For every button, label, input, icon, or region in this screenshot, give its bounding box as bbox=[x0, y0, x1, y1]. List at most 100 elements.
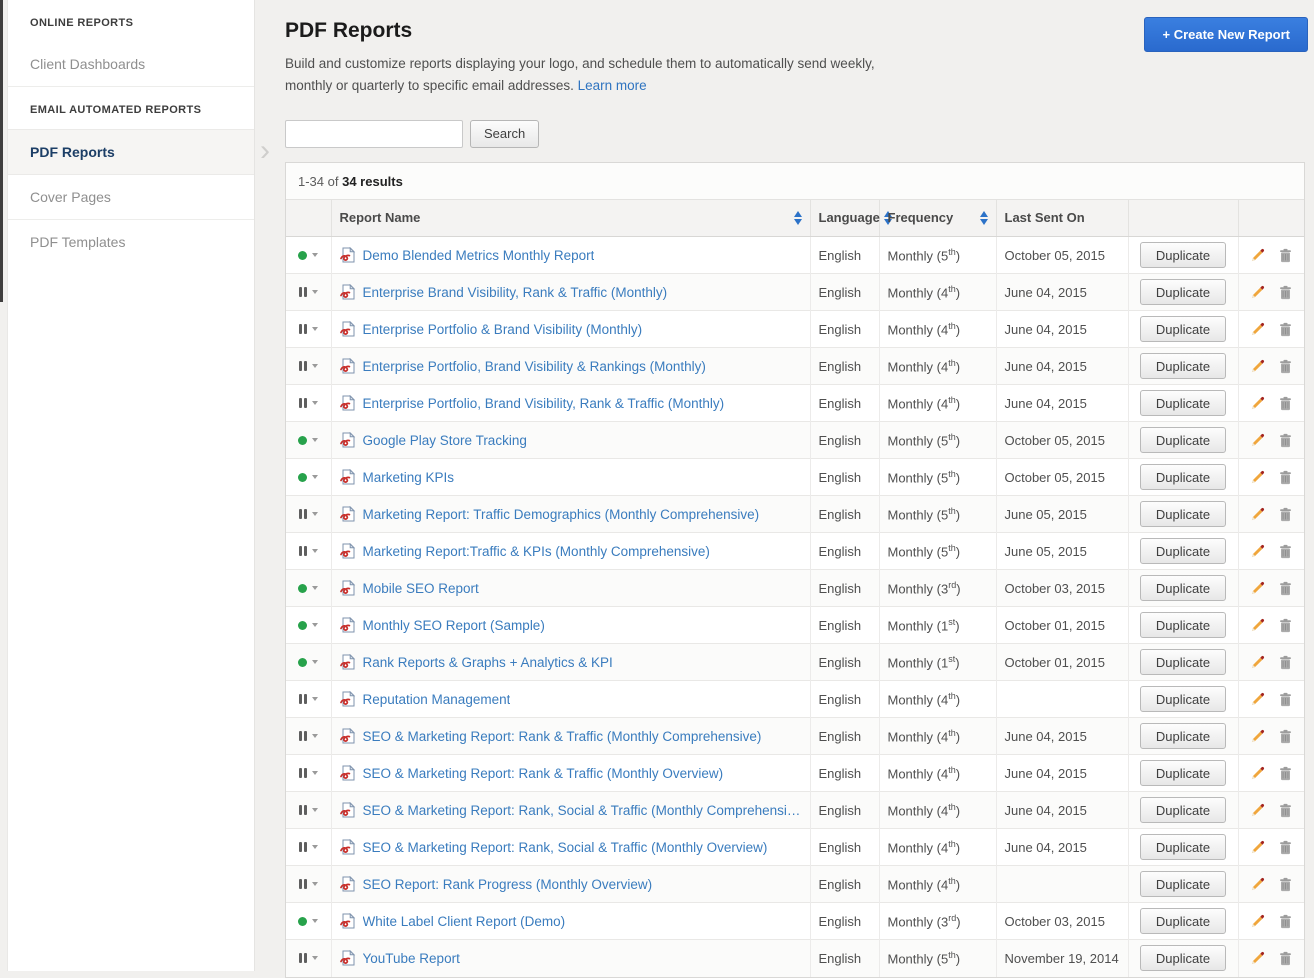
delete-trash-icon[interactable] bbox=[1278, 396, 1293, 411]
status-indicator[interactable] bbox=[298, 693, 318, 704]
edit-pencil-icon[interactable] bbox=[1250, 507, 1265, 522]
delete-trash-icon[interactable] bbox=[1278, 951, 1293, 966]
duplicate-button[interactable]: Duplicate bbox=[1140, 649, 1226, 676]
status-indicator[interactable] bbox=[298, 657, 319, 667]
status-indicator[interactable] bbox=[298, 767, 318, 778]
delete-trash-icon[interactable] bbox=[1278, 766, 1293, 781]
delete-trash-icon[interactable] bbox=[1278, 692, 1293, 707]
report-link[interactable]: Enterprise Portfolio, Brand Visibility, … bbox=[363, 396, 725, 411]
delete-trash-icon[interactable] bbox=[1278, 840, 1293, 855]
edit-pencil-icon[interactable] bbox=[1250, 655, 1265, 670]
delete-trash-icon[interactable] bbox=[1278, 470, 1293, 485]
duplicate-button[interactable]: Duplicate bbox=[1140, 723, 1226, 750]
delete-trash-icon[interactable] bbox=[1278, 618, 1293, 633]
delete-trash-icon[interactable] bbox=[1278, 803, 1293, 818]
delete-trash-icon[interactable] bbox=[1278, 507, 1293, 522]
status-indicator[interactable] bbox=[298, 545, 318, 556]
report-link[interactable]: SEO & Marketing Report: Rank & Traffic (… bbox=[363, 729, 762, 744]
status-indicator[interactable] bbox=[298, 323, 318, 334]
edit-pencil-icon[interactable] bbox=[1250, 766, 1265, 781]
edit-pencil-icon[interactable] bbox=[1250, 470, 1265, 485]
sidebar-item-client-dashboards[interactable]: Client Dashboards bbox=[8, 42, 254, 86]
status-indicator[interactable] bbox=[298, 508, 318, 519]
duplicate-button[interactable]: Duplicate bbox=[1140, 686, 1226, 713]
status-indicator[interactable] bbox=[298, 286, 318, 297]
report-link[interactable]: SEO & Marketing Report: Rank, Social & T… bbox=[363, 840, 768, 855]
sort-icon[interactable] bbox=[793, 210, 802, 225]
status-indicator[interactable] bbox=[298, 730, 318, 741]
report-link[interactable]: Mobile SEO Report bbox=[363, 581, 479, 596]
report-link[interactable]: Marketing KPIs bbox=[363, 470, 455, 485]
edit-pencil-icon[interactable] bbox=[1250, 544, 1265, 559]
report-link[interactable]: Rank Reports & Graphs + Analytics & KPI bbox=[363, 655, 613, 670]
column-report-name[interactable]: Report Name bbox=[330, 199, 810, 238]
status-indicator[interactable] bbox=[298, 472, 319, 482]
search-input[interactable] bbox=[285, 119, 463, 148]
edit-pencil-icon[interactable] bbox=[1250, 951, 1265, 966]
report-link[interactable]: Enterprise Portfolio & Brand Visibility … bbox=[363, 322, 643, 337]
learn-more-link[interactable]: Learn more bbox=[578, 78, 647, 93]
duplicate-button[interactable]: Duplicate bbox=[1140, 834, 1226, 861]
edit-pencil-icon[interactable] bbox=[1250, 322, 1265, 337]
delete-trash-icon[interactable] bbox=[1278, 359, 1293, 374]
search-button[interactable]: Search bbox=[470, 119, 540, 148]
edit-pencil-icon[interactable] bbox=[1250, 618, 1265, 633]
status-indicator[interactable] bbox=[298, 952, 318, 963]
report-link[interactable]: YouTube Report bbox=[363, 951, 460, 966]
duplicate-button[interactable]: Duplicate bbox=[1140, 760, 1226, 787]
status-indicator[interactable] bbox=[298, 804, 318, 815]
sidebar-item-pdf-templates[interactable]: PDF Templates bbox=[8, 220, 254, 264]
report-link[interactable]: Marketing Report: Traffic Demographics (… bbox=[363, 507, 760, 522]
report-link[interactable]: Enterprise Brand Visibility, Rank & Traf… bbox=[363, 285, 668, 300]
delete-trash-icon[interactable] bbox=[1278, 322, 1293, 337]
status-indicator[interactable] bbox=[298, 397, 318, 408]
duplicate-button[interactable]: Duplicate bbox=[1140, 538, 1226, 565]
report-link[interactable]: Google Play Store Tracking bbox=[363, 433, 527, 448]
report-link[interactable]: SEO & Marketing Report: Rank & Traffic (… bbox=[363, 766, 724, 781]
report-link[interactable]: Reputation Management bbox=[363, 692, 511, 707]
status-indicator[interactable] bbox=[298, 878, 318, 889]
status-indicator[interactable] bbox=[298, 841, 318, 852]
edit-pencil-icon[interactable] bbox=[1250, 840, 1265, 855]
edit-pencil-icon[interactable] bbox=[1250, 729, 1265, 744]
delete-trash-icon[interactable] bbox=[1278, 285, 1293, 300]
duplicate-button[interactable]: Duplicate bbox=[1140, 575, 1226, 602]
delete-trash-icon[interactable] bbox=[1278, 433, 1293, 448]
delete-trash-icon[interactable] bbox=[1278, 248, 1293, 263]
duplicate-button[interactable]: Duplicate bbox=[1140, 390, 1226, 417]
edit-pencil-icon[interactable] bbox=[1250, 914, 1265, 929]
edit-pencil-icon[interactable] bbox=[1250, 396, 1265, 411]
delete-trash-icon[interactable] bbox=[1278, 877, 1293, 892]
duplicate-button[interactable]: Duplicate bbox=[1140, 501, 1226, 528]
delete-trash-icon[interactable] bbox=[1278, 655, 1293, 670]
delete-trash-icon[interactable] bbox=[1278, 581, 1293, 596]
duplicate-button[interactable]: Duplicate bbox=[1140, 464, 1226, 491]
edit-pencil-icon[interactable] bbox=[1250, 581, 1265, 596]
sidebar-item-pdf-reports[interactable]: PDF Reports › bbox=[8, 129, 270, 175]
edit-pencil-icon[interactable] bbox=[1250, 248, 1265, 263]
duplicate-button[interactable]: Duplicate bbox=[1140, 316, 1226, 343]
duplicate-button[interactable]: Duplicate bbox=[1140, 871, 1226, 898]
status-indicator[interactable] bbox=[298, 250, 319, 260]
status-indicator[interactable] bbox=[298, 916, 319, 926]
sidebar-item-cover-pages[interactable]: Cover Pages bbox=[8, 175, 254, 219]
duplicate-button[interactable]: Duplicate bbox=[1140, 242, 1226, 269]
delete-trash-icon[interactable] bbox=[1278, 914, 1293, 929]
duplicate-button[interactable]: Duplicate bbox=[1140, 945, 1226, 972]
report-link[interactable]: Demo Blended Metrics Monthly Report bbox=[363, 248, 595, 263]
status-indicator[interactable] bbox=[298, 360, 318, 371]
edit-pencil-icon[interactable] bbox=[1250, 359, 1265, 374]
status-indicator[interactable] bbox=[298, 583, 319, 593]
edit-pencil-icon[interactable] bbox=[1250, 803, 1265, 818]
sort-icon[interactable] bbox=[979, 210, 988, 225]
duplicate-button[interactable]: Duplicate bbox=[1140, 612, 1226, 639]
report-link[interactable]: Enterprise Portfolio, Brand Visibility &… bbox=[363, 359, 706, 374]
duplicate-button[interactable]: Duplicate bbox=[1140, 908, 1226, 935]
duplicate-button[interactable]: Duplicate bbox=[1140, 353, 1226, 380]
status-indicator[interactable] bbox=[298, 620, 319, 630]
status-indicator[interactable] bbox=[298, 435, 319, 445]
column-frequency[interactable]: Frequency bbox=[878, 199, 996, 238]
delete-trash-icon[interactable] bbox=[1278, 729, 1293, 744]
report-link[interactable]: Marketing Report:Traffic & KPIs (Monthly… bbox=[363, 544, 710, 559]
column-language[interactable]: Language bbox=[809, 199, 892, 238]
